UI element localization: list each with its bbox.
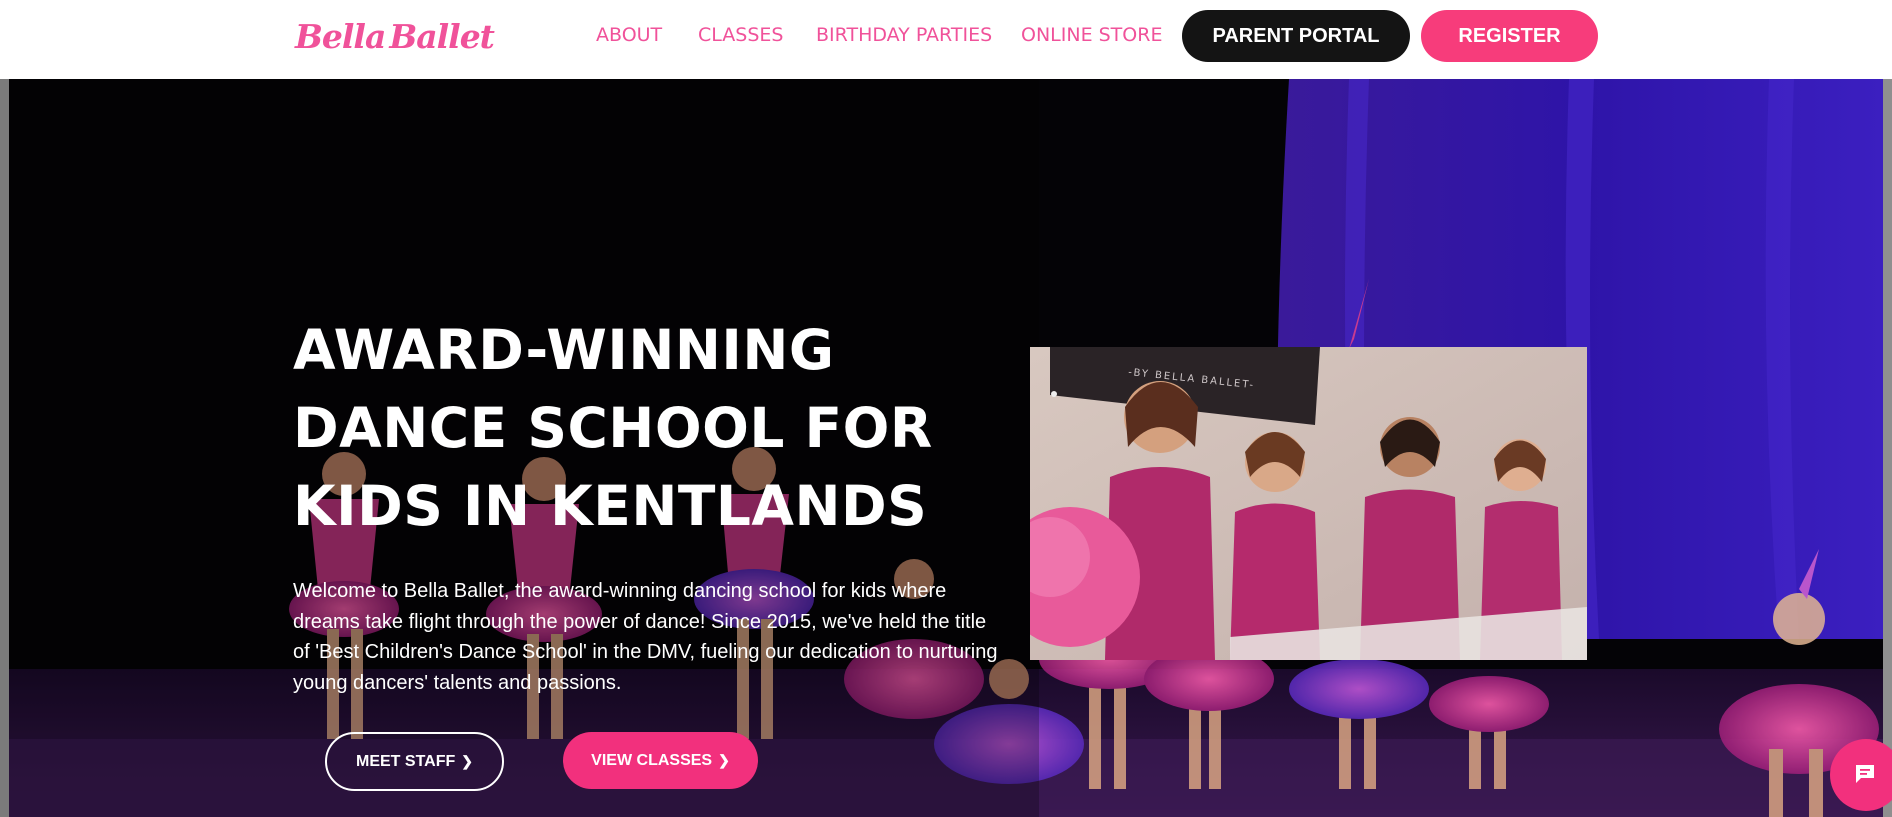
- hero-background-image: [9, 79, 1883, 817]
- view-classes-button[interactable]: VIEW CLASSES ❯: [563, 732, 758, 789]
- meet-staff-button[interactable]: MEET STAFF ❯: [325, 732, 504, 791]
- hero-description: Welcome to Bella Ballet, the award-winni…: [293, 576, 1018, 698]
- logo[interactable]: Bella Ballet: [295, 14, 495, 58]
- left-edge-strip: [0, 79, 9, 817]
- hero-title: AWARD-WINNING DANCE SCHOOL FOR KIDS IN K…: [293, 311, 933, 545]
- meet-staff-label: MEET STAFF: [356, 752, 456, 770]
- chat-button[interactable]: [1830, 739, 1892, 811]
- chat-icon: [1856, 765, 1874, 783]
- hero-description-line-2: dreams take flight through the power of …: [293, 610, 987, 633]
- video-still-image: -BY BELLA BALLET-: [1030, 347, 1587, 660]
- chevron-right-icon: ❯: [718, 752, 730, 768]
- parent-portal-button[interactable]: PARENT PORTAL: [1182, 10, 1410, 62]
- hero-description-line-4: young dancers' talents and passions.: [293, 671, 622, 694]
- view-classes-label: VIEW CLASSES: [591, 751, 713, 769]
- hero-title-line-1: AWARD-WINNING: [293, 318, 835, 382]
- register-button[interactable]: REGISTER: [1421, 10, 1598, 62]
- video-thumbnail[interactable]: -BY BELLA BALLET-: [1030, 347, 1587, 660]
- logo-text-left: Bella: [295, 16, 386, 56]
- hero-title-line-2: DANCE SCHOOL FOR: [293, 396, 933, 460]
- hero-section: AWARD-WINNING DANCE SCHOOL FOR KIDS IN K…: [9, 79, 1883, 817]
- site-header: Bella Ballet ABOUT CLASSES BIRTHDAY PART…: [0, 0, 1892, 79]
- right-edge-strip: [1883, 79, 1892, 817]
- nav-birthday-parties[interactable]: BIRTHDAY PARTIES: [816, 24, 992, 46]
- nav-online-store[interactable]: ONLINE STORE: [1021, 24, 1162, 46]
- chevron-right-icon: ❯: [461, 753, 473, 769]
- hero-title-line-3: KIDS IN KENTLANDS: [293, 474, 928, 538]
- logo-text-right: Ballet: [389, 16, 495, 56]
- nav-about[interactable]: ABOUT: [596, 24, 662, 46]
- nav-classes[interactable]: CLASSES: [698, 24, 783, 46]
- hero-description-line-3: of 'Best Children's Dance School' in the…: [293, 641, 998, 663]
- hero-description-line-1: Welcome to Bella Ballet, the award-winni…: [293, 580, 947, 602]
